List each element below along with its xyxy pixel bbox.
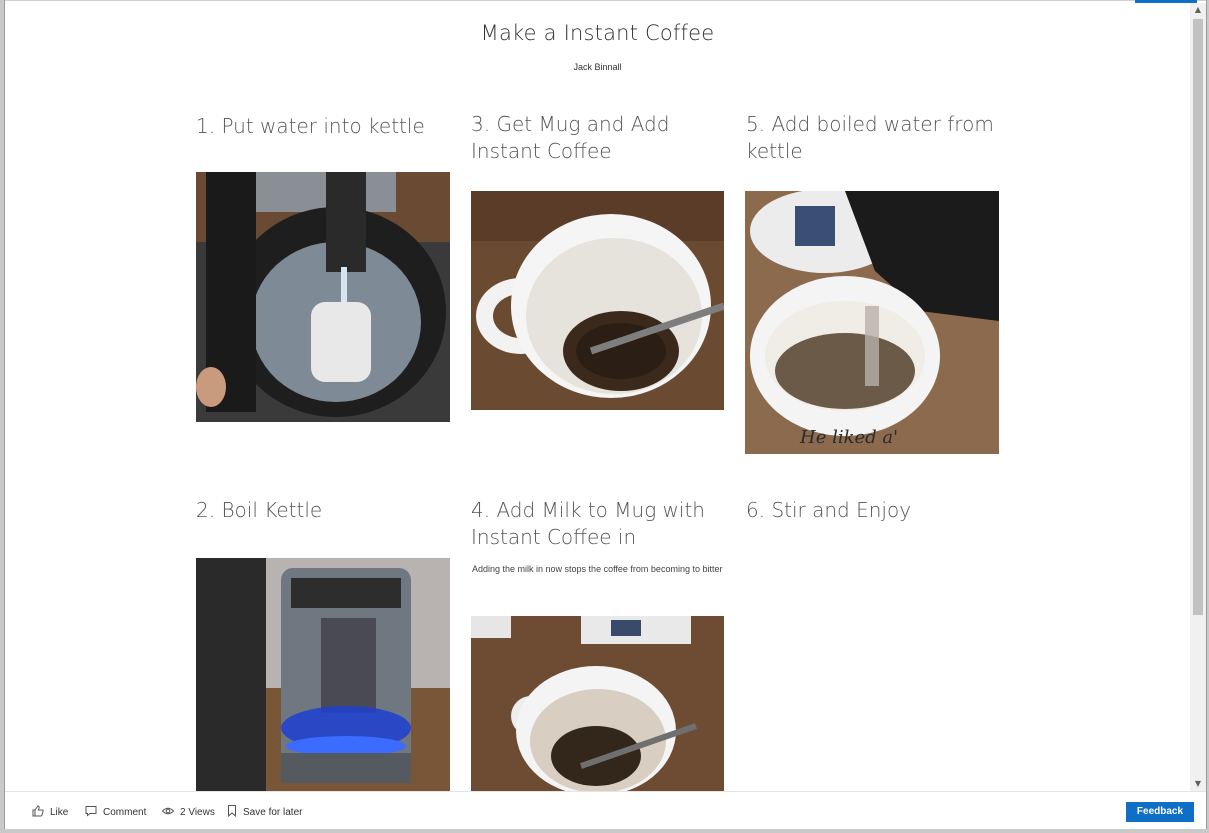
- views-count: 2 Views: [161, 805, 215, 820]
- mug-with-milk-photo[interactable]: [471, 616, 724, 792]
- bookmark-icon: [227, 805, 237, 820]
- step-6-heading: 6. Stir and Enjoy: [746, 498, 912, 522]
- svg-text:He liked a': He liked a': [799, 427, 898, 448]
- like-label: Like: [50, 807, 69, 818]
- footer-bar: Like Comment 2 Views Save for later Feed…: [5, 791, 1206, 829]
- scroll-thumb[interactable]: [1193, 19, 1203, 615]
- kettle-boiling-photo[interactable]: [196, 558, 450, 792]
- mug-with-coffee-photo[interactable]: [471, 191, 724, 410]
- pouring-water-photo[interactable]: He liked a': [745, 191, 999, 454]
- scroll-down-icon[interactable]: ▼: [1190, 777, 1206, 791]
- vertical-scrollbar[interactable]: ▲ ▼: [1190, 3, 1206, 791]
- top-accent-bar: [1135, 0, 1197, 3]
- step-1-heading: 1. Put water into kettle: [196, 114, 425, 138]
- window-top-border: [5, 0, 1206, 1]
- sway-window: Make a Instant Coffee Jack Binnall 1. Pu…: [4, 0, 1207, 829]
- step-4-heading: 4. Add Milk to Mug with Instant Coffee i…: [471, 498, 705, 549]
- step-4-note: Adding the milk in now stops the coffee …: [472, 564, 723, 574]
- save-for-later-label: Save for later: [243, 807, 303, 818]
- comment-label: Comment: [103, 807, 147, 818]
- step-2-heading: 2. Boil Kettle: [196, 498, 323, 522]
- comment-button[interactable]: Comment: [85, 805, 146, 820]
- like-button[interactable]: Like: [32, 805, 68, 820]
- kettle-filling-photo[interactable]: [196, 172, 450, 422]
- step-3-heading: 3. Get Mug and Add Instant Coffee: [471, 112, 670, 163]
- save-for-later-button[interactable]: Save for later: [227, 805, 302, 820]
- feedback-button[interactable]: Feedback: [1126, 802, 1194, 822]
- comment-icon: [85, 805, 97, 820]
- views-label: 2 Views: [180, 807, 215, 818]
- author-name: Jack Binnall: [573, 62, 622, 72]
- thumbs-up-icon: [32, 805, 44, 820]
- step-5-heading: 5. Add boiled water from kettle: [746, 112, 994, 163]
- eye-icon: [161, 805, 175, 820]
- page-title: Make a Instant Coffee: [480, 21, 715, 45]
- scroll-up-icon[interactable]: ▲: [1190, 3, 1206, 17]
